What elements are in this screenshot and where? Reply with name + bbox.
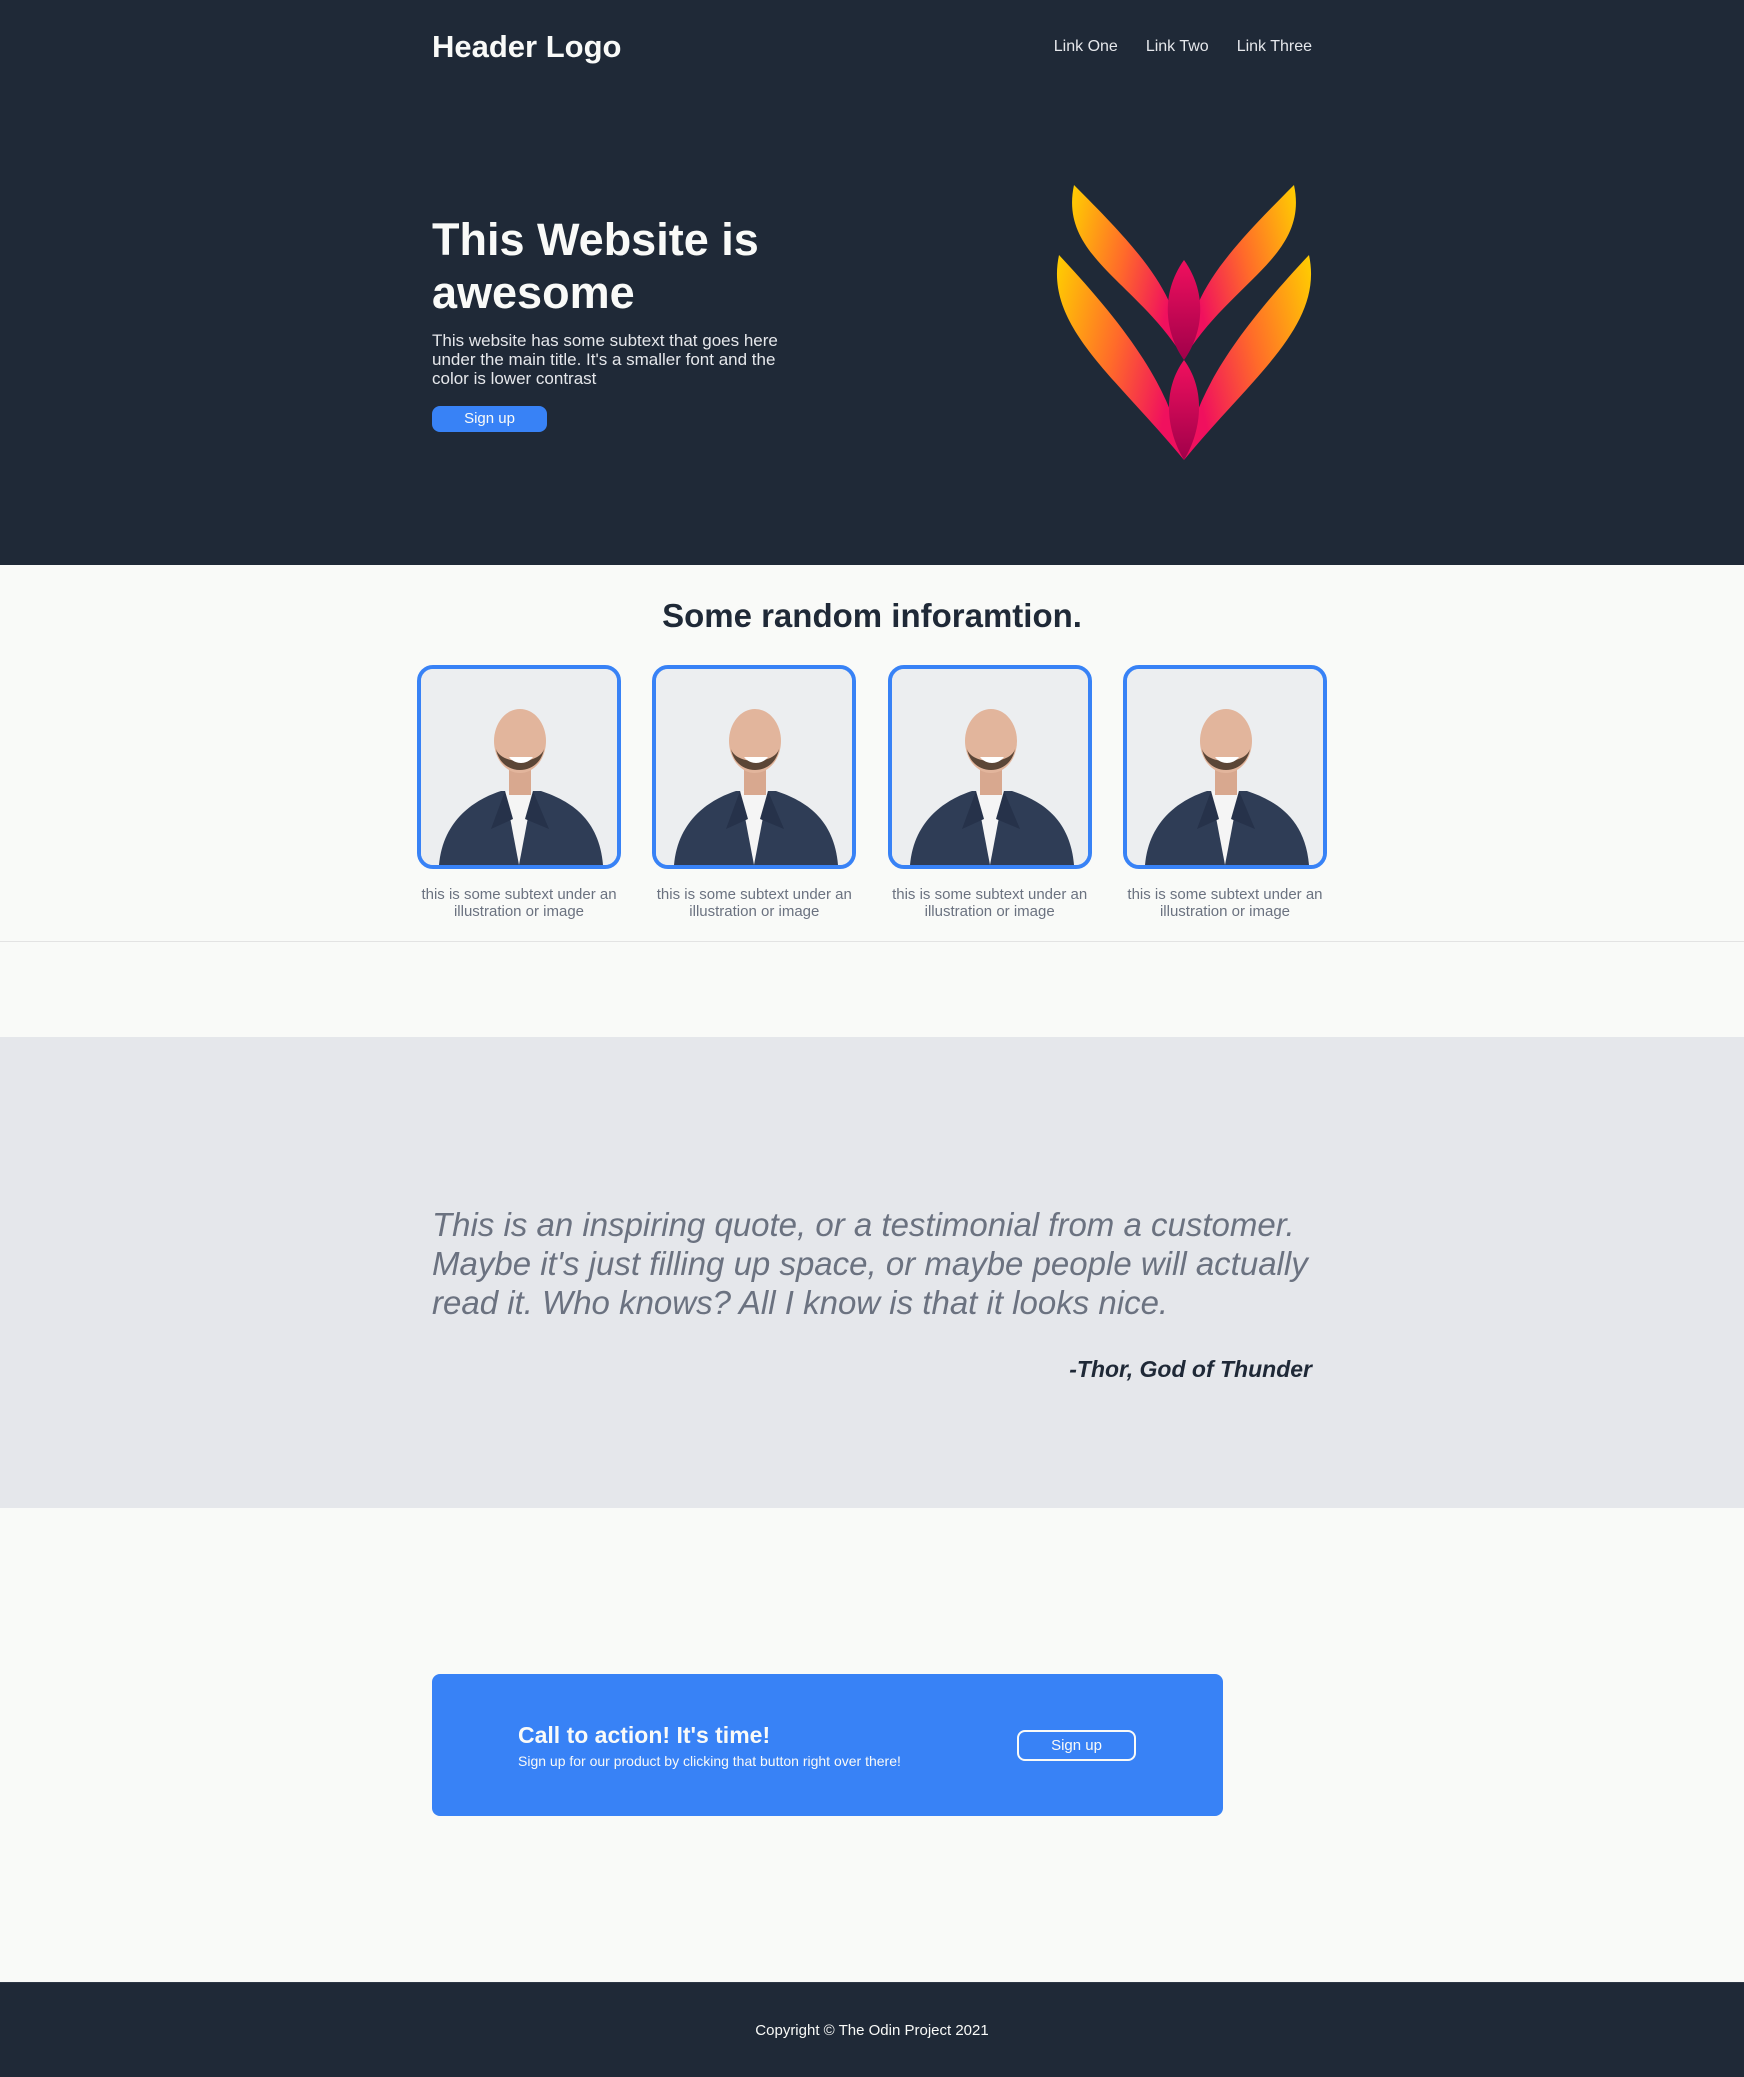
person-portrait-icon [891, 669, 1088, 865]
person-portrait-icon [656, 669, 853, 865]
info-title: Some random inforamtion. [662, 597, 1082, 634]
quote-section: This is an inspiring quote, or a testimo… [0, 1037, 1744, 1508]
testimonial-quote: This is an inspiring quote, or a testimo… [432, 1206, 1308, 1321]
info-card: this is some subtext under an illustrati… [649, 665, 859, 920]
card-caption: this is some subtext under an illustrati… [1127, 886, 1323, 920]
card-caption: this is some subtext under an illustrati… [656, 886, 852, 920]
cta-box: Call to action! It's time! Sign up for o… [432, 1674, 1223, 1816]
hero-signup-button[interactable]: Sign up [432, 405, 547, 432]
hero-text: This Website is awesome This website has… [432, 213, 812, 432]
cta-section: Call to action! It's time! Sign up for o… [0, 1508, 1744, 1982]
card-image [417, 665, 621, 869]
nav-links: Link One Link Two Link Three [1054, 38, 1312, 56]
person-portrait-icon [1126, 669, 1323, 865]
info-card: this is some subtext under an illustrati… [1120, 665, 1330, 920]
cta-title: Call to action! It's time! [518, 1721, 771, 1748]
nav-link-three[interactable]: Link Three [1237, 38, 1312, 56]
person-portrait-icon [421, 669, 617, 865]
hero: This Website is awesome This website has… [432, 92, 1312, 552]
cta-subtitle: Sign up for our product by clicking that… [518, 1752, 901, 1769]
info-card: this is some subtext under an illustrati… [414, 665, 624, 920]
cta-text: Call to action! It's time! Sign up for o… [518, 1722, 901, 1769]
info-section: Some random inforamtion. this is some su… [0, 565, 1744, 942]
hero-subtitle: This website has some subtext that goes … [432, 330, 778, 388]
card-image [887, 665, 1092, 869]
card-image [652, 665, 857, 869]
info-card: this is some subtext under an illustrati… [885, 665, 1095, 920]
nav-link-one[interactable]: Link One [1054, 38, 1118, 56]
quote-author: -Thor, God of Thunder [1069, 1356, 1312, 1382]
flame-heart-logo-icon [1056, 184, 1312, 460]
card-image [1122, 665, 1327, 869]
cta-signup-button[interactable]: Sign up [1017, 1729, 1136, 1761]
hero-title: This Website is awesome [432, 213, 759, 318]
footer-copyright: Copyright © The Odin Project 2021 [755, 2021, 989, 2039]
info-cards: this is some subtext under an illustrati… [414, 665, 1330, 920]
nav-link-two[interactable]: Link Two [1146, 38, 1209, 56]
footer: Copyright © The Odin Project 2021 [0, 1982, 1744, 2077]
header-nav: Header Logo Link One Link Two Link Three [432, 0, 1312, 93]
top-section: Header Logo Link One Link Two Link Three… [0, 0, 1744, 565]
card-caption: this is some subtext under an illustrati… [892, 886, 1088, 920]
card-caption: this is some subtext under an illustrati… [421, 886, 617, 920]
header-logo[interactable]: Header Logo [432, 29, 621, 65]
